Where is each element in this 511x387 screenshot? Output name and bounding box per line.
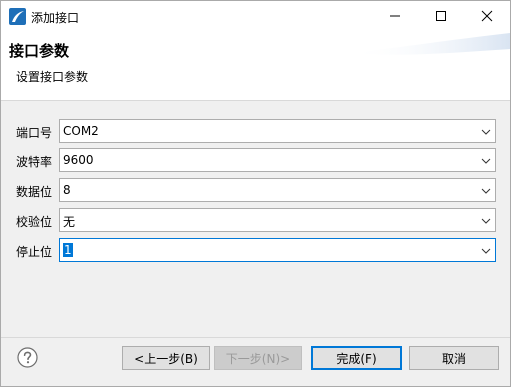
banner-decoration [350,33,510,55]
back-button[interactable]: <上一步(B) [122,346,210,370]
databits-label: 数据位 [16,185,53,199]
parity-value: 无 [63,215,76,229]
stopbits-select[interactable]: 1 [59,238,496,262]
parity-select[interactable]: 无 [59,208,496,232]
baud-select[interactable]: 9600 [59,148,496,172]
databits-value: 8 [63,183,71,197]
next-button[interactable]: 下一步(N)> [214,346,302,370]
cancel-button[interactable]: 取消 [409,346,499,370]
maximize-icon [436,11,446,21]
databits-select[interactable]: 8 [59,178,496,202]
page-subtitle: 设置接口参数 [16,70,89,84]
close-button[interactable] [464,1,510,31]
chevron-down-icon [481,248,491,254]
stopbits-label: 停止位 [16,245,53,259]
port-select[interactable]: COM2 [59,119,496,143]
app-icon [9,8,26,25]
page-title: 接口参数 [9,42,70,60]
dialog-window: 添加接口 接口参数 设置接口参数 端口号 COM2 波特率 9600 数据位 8… [0,0,511,387]
maximize-button[interactable] [418,1,464,31]
baud-label: 波特率 [16,155,53,169]
close-icon [481,10,493,22]
parity-label: 校验位 [16,215,53,229]
chevron-down-icon [481,218,491,224]
baud-value: 9600 [63,153,94,167]
port-row: 端口号 COM2 [1,119,510,143]
chevron-down-icon [481,158,491,164]
button-bar-divider [1,337,510,338]
port-value: COM2 [63,124,99,138]
title-bar: 添加接口 [1,1,510,31]
window-title: 添加接口 [31,11,80,25]
stopbits-row: 停止位 1 [1,238,510,262]
chevron-down-icon [481,129,491,135]
finish-button[interactable]: 完成(F) [311,346,402,370]
help-icon[interactable] [17,347,38,368]
minimize-icon [390,15,400,17]
databits-row: 数据位 8 [1,178,510,202]
wizard-banner: 接口参数 设置接口参数 [1,31,510,101]
baud-row: 波特率 9600 [1,148,510,172]
port-label: 端口号 [16,126,53,140]
stopbits-value: 1 [63,243,73,257]
chevron-down-icon [481,188,491,194]
parity-row: 校验位 无 [1,208,510,232]
minimize-button[interactable] [372,1,418,31]
